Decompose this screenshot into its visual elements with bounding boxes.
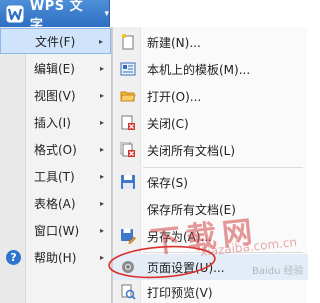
menu-item-format[interactable]: 格式(O) ▸ bbox=[0, 136, 111, 162]
chevron-right-icon: ▸ bbox=[99, 171, 104, 181]
submenu-item-local-templates[interactable]: 本机上的模板(M)... bbox=[113, 56, 308, 82]
chevron-right-icon: ▸ bbox=[99, 252, 104, 262]
menu-item-table[interactable]: 表格(A) ▸ bbox=[0, 190, 111, 216]
save-icon bbox=[120, 174, 136, 190]
chevron-right-icon: ▸ bbox=[99, 63, 104, 73]
menu-item-label: 表格(A) bbox=[34, 196, 76, 211]
save-as-icon bbox=[120, 228, 136, 244]
chevron-down-icon: ▾ bbox=[104, 8, 109, 19]
menu-item-insert[interactable]: 插入(I) ▸ bbox=[0, 109, 111, 135]
help-icon: ? bbox=[6, 249, 21, 265]
submenu-item-label: 关闭所有文档(L) bbox=[147, 143, 236, 158]
menu-separator bbox=[143, 167, 303, 168]
submenu-item-save[interactable]: 保存(S) bbox=[113, 169, 308, 195]
submenu-item-open[interactable]: 打开(O)... bbox=[113, 83, 308, 109]
menu-item-help[interactable]: ? 帮助(H) ▸ bbox=[0, 244, 111, 270]
main-menu: 文件(F) ▸ 编辑(E) ▸ 视图(V) ▸ 插入(I) ▸ 格式(O) ▸ … bbox=[0, 27, 112, 303]
chevron-right-icon: ▸ bbox=[99, 90, 104, 100]
wps-logo-icon bbox=[4, 3, 26, 25]
menu-item-label: 格式(O) bbox=[34, 142, 77, 157]
submenu-item-print-preview[interactable]: 打印预览(V) bbox=[113, 279, 308, 303]
wps-app-button[interactable]: WPS 文字 ▾ bbox=[0, 0, 110, 33]
menu-item-label: 工具(T) bbox=[34, 169, 75, 184]
menu-item-view[interactable]: 视图(V) ▸ bbox=[0, 82, 111, 108]
chevron-right-icon: ▸ bbox=[99, 117, 104, 127]
menu-item-label: 帮助(H) bbox=[34, 250, 77, 265]
print-preview-icon bbox=[120, 284, 136, 300]
submenu-item-new[interactable]: 新建(N)... bbox=[113, 29, 308, 55]
open-folder-icon bbox=[120, 88, 136, 104]
menu-item-tools[interactable]: 工具(T) ▸ bbox=[0, 163, 111, 189]
submenu-item-label: 新建(N)... bbox=[147, 35, 201, 50]
chevron-right-icon: ▸ bbox=[99, 144, 104, 154]
menu-item-file[interactable]: 文件(F) ▸ bbox=[0, 28, 111, 54]
menu-item-label: 编辑(E) bbox=[34, 61, 75, 76]
chevron-right-icon: ▸ bbox=[99, 225, 104, 235]
submenu-item-close[interactable]: 关闭(C) bbox=[113, 110, 308, 136]
submenu-item-label: 打印预览(V) bbox=[147, 285, 213, 300]
menu-item-label: 文件(F) bbox=[35, 34, 76, 49]
chevron-right-icon: ▸ bbox=[99, 198, 104, 208]
submenu-item-label: 关闭(C) bbox=[147, 116, 189, 131]
close-document-icon bbox=[120, 115, 136, 131]
menu-item-label: 窗口(W) bbox=[34, 223, 80, 238]
submenu-item-label: 打开(O)... bbox=[147, 89, 202, 104]
submenu-item-label: 本机上的模板(M)... bbox=[147, 62, 251, 77]
submenu-item-label: 保存(S) bbox=[147, 175, 188, 190]
chevron-right-icon: ▸ bbox=[98, 36, 103, 46]
watermark-tag: Baidu 经验 bbox=[252, 266, 304, 277]
menu-item-window[interactable]: 窗口(W) ▸ bbox=[0, 217, 111, 243]
template-icon bbox=[120, 61, 136, 77]
new-document-icon bbox=[120, 33, 136, 50]
submenu-item-close-all[interactable]: 关闭所有文档(L) bbox=[113, 137, 308, 163]
menu-item-label: 视图(V) bbox=[34, 88, 76, 103]
close-all-documents-icon bbox=[120, 141, 136, 158]
menu-item-edit[interactable]: 编辑(E) ▸ bbox=[0, 55, 111, 81]
menu-item-label: 插入(I) bbox=[34, 115, 71, 130]
